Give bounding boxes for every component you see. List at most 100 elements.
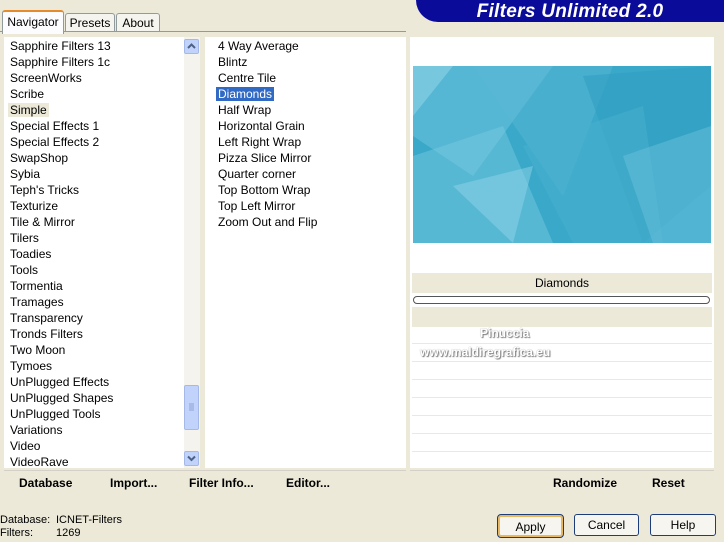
filter-item[interactable]: Blintz xyxy=(216,54,249,70)
filter-item[interactable]: Pizza Slice Mirror xyxy=(216,150,313,166)
category-item[interactable]: UnPlugged Effects xyxy=(8,374,111,390)
category-item-label: UnPlugged Effects xyxy=(10,375,110,389)
category-item[interactable]: Tronds Filters xyxy=(8,326,85,342)
category-item[interactable]: Simple xyxy=(8,102,49,118)
filter-item[interactable]: 4 Way Average xyxy=(216,38,301,54)
category-item[interactable]: Texturize xyxy=(8,198,60,214)
category-item[interactable]: Tramages xyxy=(8,294,66,310)
category-item-label: Tools xyxy=(10,263,39,277)
filter-item[interactable]: Half Wrap xyxy=(216,102,273,118)
help-button[interactable]: Help xyxy=(650,514,716,536)
category-item-label: Special Effects 1 xyxy=(10,119,100,133)
category-item[interactable]: UnPlugged Shapes xyxy=(8,390,115,406)
parameter-row xyxy=(412,343,712,344)
tab-presets[interactable]: Presets xyxy=(65,13,115,32)
category-item[interactable]: Tymoes xyxy=(8,358,54,374)
filter-item-label: Top Bottom Wrap xyxy=(218,183,311,197)
import-button[interactable]: Import... xyxy=(110,476,157,490)
banner-title: Filters Unlimited 2.0 xyxy=(476,1,664,22)
category-item[interactable]: Two Moon xyxy=(8,342,67,358)
category-item-label: SwapShop xyxy=(10,151,69,165)
filter-name: Diamonds xyxy=(534,276,590,290)
watermark-line1: Pinuccia xyxy=(480,326,530,340)
category-item-label: Texturize xyxy=(10,199,59,213)
parameter-area xyxy=(412,307,712,327)
database-button[interactable]: Database xyxy=(19,476,72,490)
category-item[interactable]: Tilers xyxy=(8,230,41,246)
filter-item-label: Left Right Wrap xyxy=(218,135,302,149)
category-item-label: Toadies xyxy=(10,247,52,261)
category-item-label: Variations xyxy=(10,423,63,437)
category-item-label: Transparency xyxy=(10,311,83,325)
category-item[interactable]: Sybia xyxy=(8,166,42,182)
editor-button[interactable]: Editor... xyxy=(286,476,330,490)
category-item[interactable]: Sapphire Filters 1c xyxy=(8,54,112,70)
category-item-label: Teph's Tricks xyxy=(10,183,79,197)
category-list[interactable]: Sapphire Filters 13 Sapphire Filters 1c Sc… xyxy=(4,37,184,470)
filter-item[interactable]: Horizontal Grain xyxy=(216,118,307,134)
category-item[interactable]: Tools xyxy=(8,262,40,278)
cancel-button[interactable]: Cancel xyxy=(574,514,639,536)
filters-count-label: Filters: xyxy=(0,527,33,539)
database-value: ICNET-Filters xyxy=(56,514,122,526)
parameter-row xyxy=(412,451,712,452)
category-item-label: Tymoes xyxy=(10,359,53,373)
filters-count-value: 1269 xyxy=(56,527,81,539)
category-item[interactable]: Tormentia xyxy=(8,278,65,294)
filter-item-label: Top Left Mirror xyxy=(218,199,296,213)
progress-bar xyxy=(413,296,710,304)
filter-item-label: 4 Way Average xyxy=(218,39,299,53)
filter-item-label: Zoom Out and Flip xyxy=(218,215,318,229)
chevron-down-icon xyxy=(187,455,196,462)
filter-item[interactable]: Centre Tile xyxy=(216,70,278,86)
category-item[interactable]: Toadies xyxy=(8,246,53,262)
category-item[interactable]: Special Effects 1 xyxy=(8,118,101,134)
category-item[interactable]: VideoRave xyxy=(8,454,71,470)
reset-button[interactable]: Reset xyxy=(652,476,685,490)
category-item[interactable]: Scribe xyxy=(8,86,46,102)
parameter-row xyxy=(412,415,712,416)
apply-button[interactable]: Apply xyxy=(497,514,564,538)
filter-list[interactable]: 4 Way Average Blintz Centre Tile Diamonds Ha… xyxy=(205,37,406,468)
preview-pattern xyxy=(413,66,711,243)
category-item-label: VideoRave xyxy=(10,455,69,469)
category-item[interactable]: Variations xyxy=(8,422,64,438)
category-item-label: Tile & Mirror xyxy=(10,215,75,229)
filter-item-label: Pizza Slice Mirror xyxy=(218,151,312,165)
category-item[interactable]: Sapphire Filters 13 xyxy=(8,38,113,54)
watermark-line2: www.maldiregrafica.eu xyxy=(420,345,551,359)
category-item[interactable]: Transparency xyxy=(8,310,85,326)
category-item[interactable]: UnPlugged Tools xyxy=(8,406,103,422)
filter-item[interactable]: Zoom Out and Flip xyxy=(216,214,319,230)
category-item[interactable]: Teph's Tricks xyxy=(8,182,81,198)
filter-item[interactable]: Top Left Mirror xyxy=(216,198,297,214)
preview-image xyxy=(413,66,711,243)
filter-item[interactable]: Left Right Wrap xyxy=(216,134,303,150)
tab-navigator[interactable]: Navigator xyxy=(2,10,64,34)
parameter-row xyxy=(412,379,712,380)
filter-info-button[interactable]: Filter Info... xyxy=(189,476,254,490)
tab-about[interactable]: About xyxy=(116,13,160,32)
category-item[interactable]: Special Effects 2 xyxy=(8,134,101,150)
category-item-label: Special Effects 2 xyxy=(10,135,100,149)
scroll-up-button[interactable] xyxy=(184,39,199,54)
filter-item[interactable]: Diamonds xyxy=(214,86,276,102)
category-item[interactable]: ScreenWorks xyxy=(8,70,84,86)
category-item-label: Tramages xyxy=(10,295,64,309)
category-item-label: Sapphire Filters 13 xyxy=(10,39,111,53)
parameter-row xyxy=(412,433,712,434)
category-scrollbar[interactable] xyxy=(184,37,200,468)
category-item-label: Tilers xyxy=(10,231,39,245)
randomize-button[interactable]: Randomize xyxy=(553,476,617,490)
category-item[interactable]: SwapShop xyxy=(8,150,70,166)
category-item-label: Tormentia xyxy=(10,279,63,293)
category-item-label: UnPlugged Tools xyxy=(10,407,101,421)
filter-item[interactable]: Top Bottom Wrap xyxy=(216,182,312,198)
category-item[interactable]: Video xyxy=(8,438,42,454)
filter-item-label: Quarter corner xyxy=(218,167,297,181)
category-item-label: Scribe xyxy=(10,87,45,101)
scroll-thumb[interactable] xyxy=(184,385,199,430)
category-item[interactable]: Tile & Mirror xyxy=(8,214,77,230)
scroll-down-button[interactable] xyxy=(184,451,199,466)
filter-item[interactable]: Quarter corner xyxy=(216,166,298,182)
